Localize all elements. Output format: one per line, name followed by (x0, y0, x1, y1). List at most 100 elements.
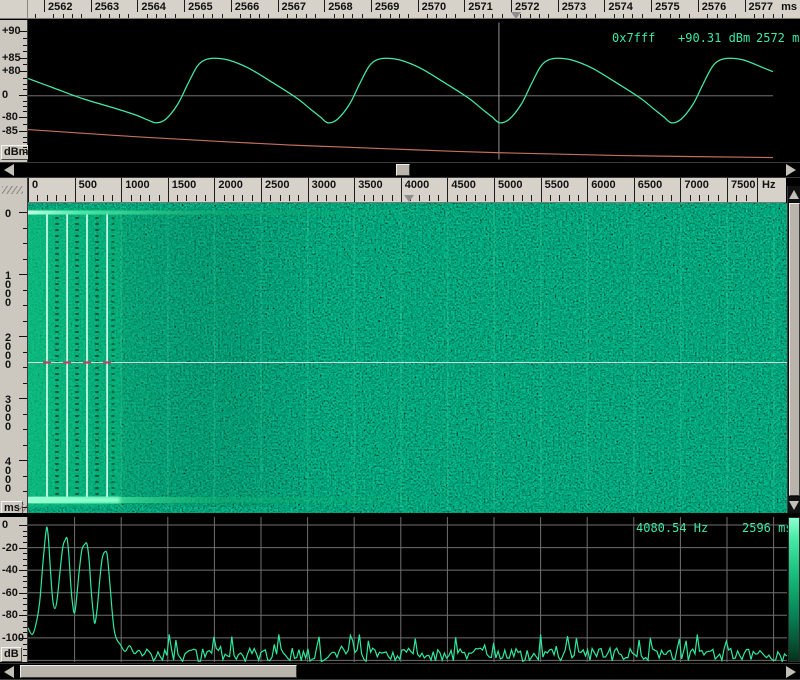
ruler-tick (464, 0, 465, 12)
waveform-scrollbar[interactable] (0, 162, 800, 178)
ruler-minor-tick (708, 195, 709, 201)
ruler-minor-tick (112, 195, 113, 201)
spectrum-plot[interactable]: 4080.54 Hz 2596 ms (28, 517, 787, 662)
ruler-tick-label: 2563 (95, 1, 119, 13)
ruler-tick (680, 178, 681, 202)
ruler-tick (75, 178, 76, 202)
time-cursor-marker[interactable] (511, 12, 521, 19)
time-ruler[interactable]: 2562256325642565256625672568256925702571… (0, 0, 800, 19)
resize-handle[interactable] (2, 186, 23, 194)
ruler-tick-label: 2577 (749, 1, 773, 13)
ruler-minor-tick (103, 195, 104, 201)
axis-label-char: 0 (5, 359, 11, 371)
frequency-ruler-unit: Hz (762, 179, 775, 191)
axis-tick (19, 548, 27, 549)
ruler-minor-tick (550, 195, 551, 201)
ruler-minor-tick (718, 195, 719, 201)
ruler-tick-label: 2562 (48, 1, 72, 13)
ruler-minor-tick (128, 14, 129, 18)
ruler-minor-tick (81, 14, 82, 18)
ruler-minor-tick (717, 14, 718, 18)
ruler-minor-tick (390, 14, 391, 18)
axis-minor-tick (23, 576, 27, 577)
axis-minor-tick (23, 445, 27, 446)
ruler-minor-tick (84, 195, 85, 201)
ruler-tick (278, 0, 279, 12)
ruler-minor-tick (315, 14, 316, 18)
ruler-minor-tick (754, 14, 755, 18)
ruler-minor-tick (746, 195, 747, 201)
waveform-plot[interactable]: 0x7fff +90.31 dBm 2572 ms (28, 20, 800, 162)
ruler-minor-tick (392, 195, 393, 201)
ruler-tick-label: 6000 (591, 179, 615, 191)
ruler-minor-tick (652, 195, 653, 201)
ruler-minor-tick (726, 14, 727, 18)
ruler-tick (214, 178, 215, 202)
ruler-minor-tick (233, 195, 234, 201)
axis-minor-tick (23, 290, 27, 291)
ruler-minor-tick (429, 195, 430, 201)
frequency-ruler[interactable]: 0500100015002000250030003500400045005000… (28, 178, 786, 203)
axis-label: -20 (2, 542, 18, 554)
axis-minor-tick (23, 51, 27, 52)
frequency-cursor-marker[interactable] (404, 195, 414, 202)
spectrogram-plot[interactable] (28, 203, 787, 513)
ruler-minor-tick (625, 195, 626, 201)
axis-tick (19, 131, 27, 132)
ruler-minor-tick (606, 195, 607, 201)
ruler-minor-tick (131, 195, 132, 201)
axis-tick (19, 570, 27, 571)
ruler-tick (308, 178, 309, 202)
axis-minor-tick (23, 106, 27, 107)
ruler-minor-tick (595, 14, 596, 18)
spectrogram-vscrollbar[interactable] (787, 186, 800, 513)
scroll-down-button[interactable] (788, 497, 800, 513)
ruler-tick (371, 0, 372, 12)
ruler-minor-tick (522, 195, 523, 201)
waveform-scroll-right-button[interactable] (782, 163, 800, 177)
ruler-minor-tick (63, 14, 64, 18)
axis-minor-tick (23, 655, 27, 656)
arrow-up-icon (789, 190, 799, 199)
axis-minor-tick (23, 598, 27, 599)
axis-minor-tick (23, 536, 27, 537)
spectrum-scroll-left-button[interactable] (0, 664, 18, 679)
ruler-tick-label: 0 (32, 179, 38, 191)
waveform-scroll-left-button[interactable] (0, 163, 18, 177)
spectrum-scrollbar[interactable] (0, 663, 800, 680)
ruler-minor-tick (345, 195, 346, 201)
ruler-minor-tick (492, 14, 493, 18)
ruler-tick (91, 0, 92, 12)
axis-label: +90 (2, 25, 21, 37)
ruler-tick-label: 2575 (655, 1, 679, 13)
ruler-minor-tick (193, 14, 194, 18)
ruler-minor-tick (773, 14, 774, 18)
ruler-minor-tick (408, 14, 409, 18)
ruler-tick (261, 178, 262, 202)
ruler-minor-tick (513, 195, 514, 201)
ruler-tick-label: 2500 (265, 179, 289, 191)
spectrum-scroll-right-button[interactable] (782, 664, 800, 679)
axis-minor-tick (23, 84, 27, 85)
resize-handle[interactable] (18, 504, 27, 512)
ruler-minor-tick (177, 195, 178, 201)
spectrogram-image (28, 203, 787, 513)
spectrum-scroll-thumb[interactable] (20, 665, 297, 678)
axis-tick (19, 274, 27, 275)
axis-tick (19, 525, 27, 526)
ruler-minor-tick (483, 14, 484, 18)
ruler-tick (604, 0, 605, 12)
ruler-tick (587, 178, 588, 202)
ruler-minor-tick (289, 195, 290, 201)
waveform-scroll-thumb[interactable] (396, 164, 410, 176)
ruler-tick-label: 7500 (731, 179, 755, 191)
spectrogram-vscroll-thumb[interactable] (789, 203, 800, 496)
axis-minor-tick (23, 89, 27, 90)
ruler-minor-tick (380, 14, 381, 18)
ruler-minor-tick (119, 14, 120, 18)
axis-minor-tick (23, 644, 27, 645)
ruler-minor-tick (196, 195, 197, 201)
axis-minor-tick (23, 45, 27, 46)
axis-minor-tick (23, 147, 27, 148)
scroll-up-button[interactable] (788, 186, 800, 202)
